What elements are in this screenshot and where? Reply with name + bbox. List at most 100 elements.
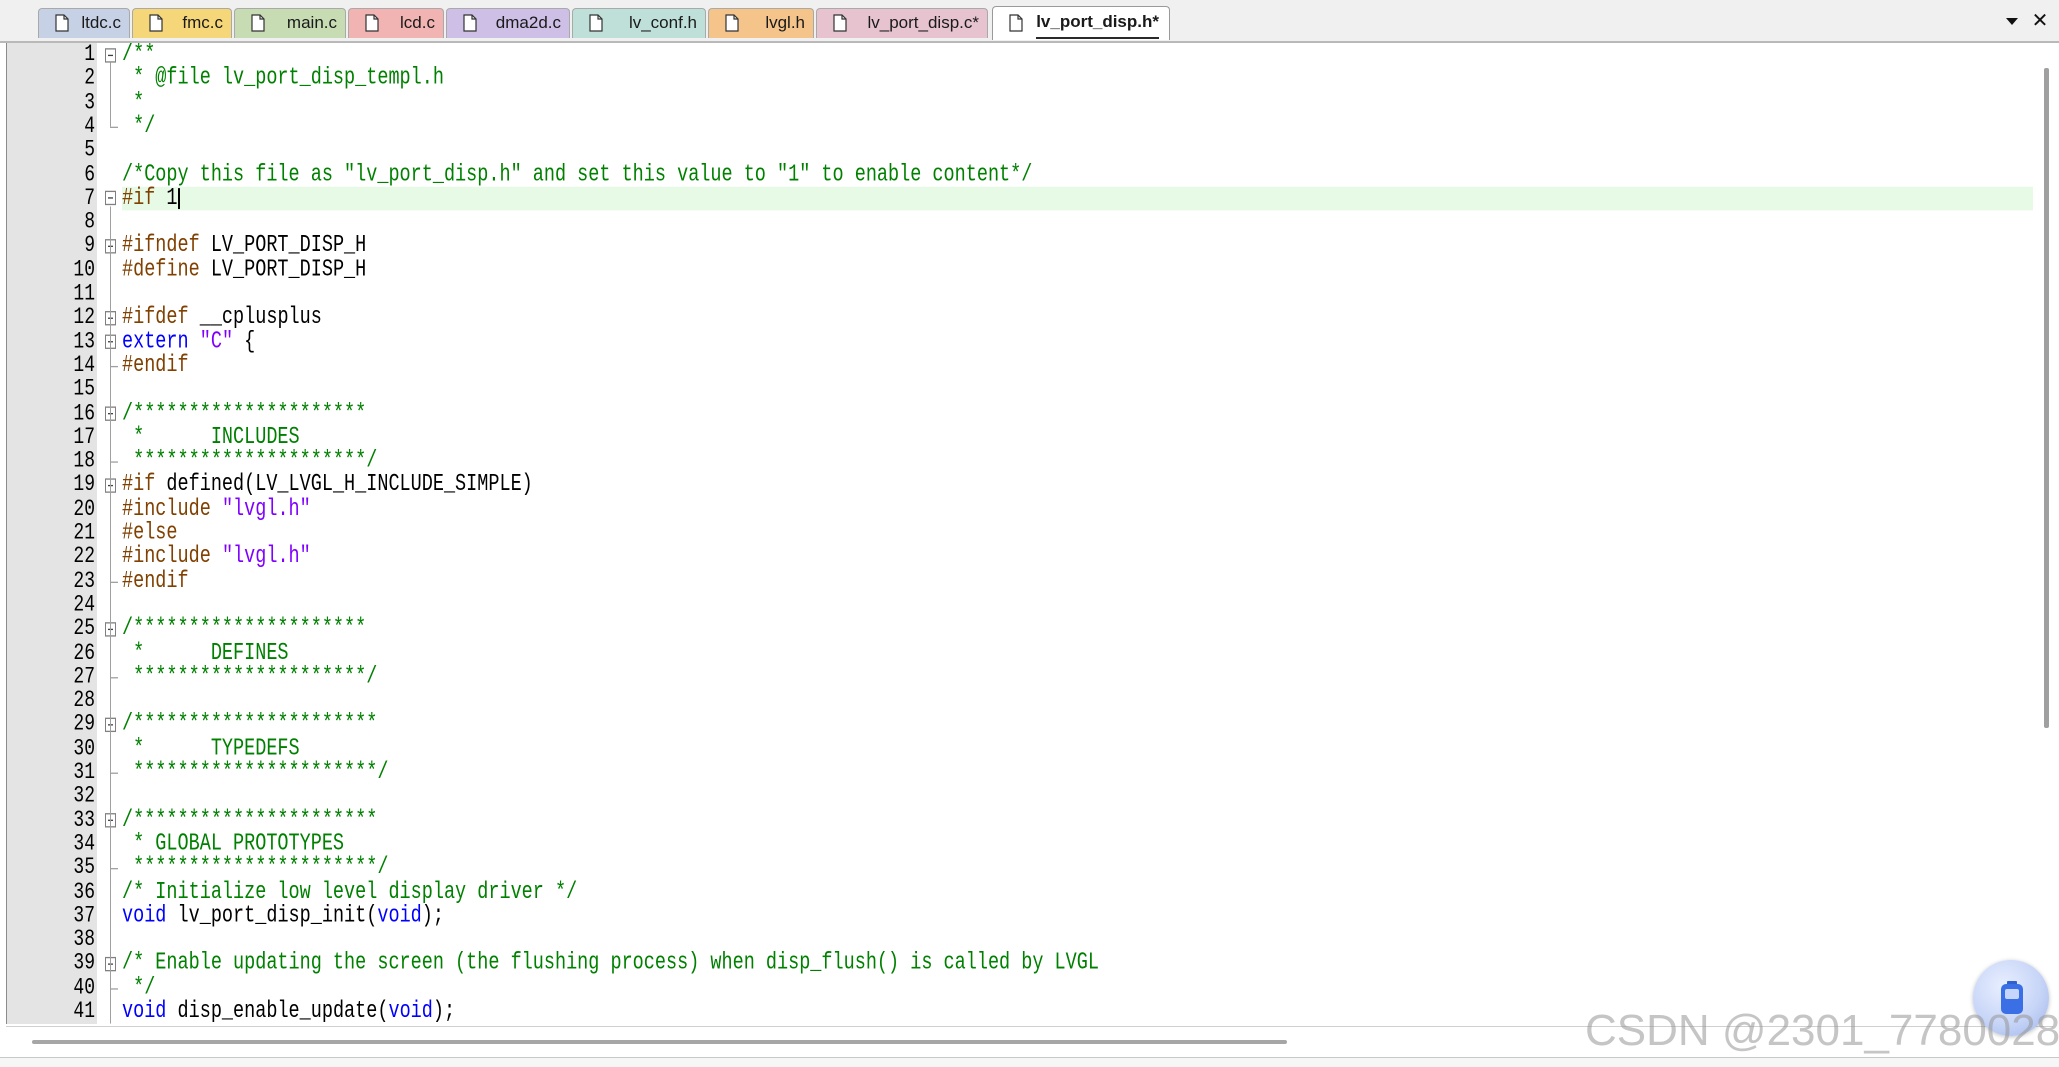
fold-toggle-icon[interactable] (105, 191, 116, 206)
tab-fmc-c[interactable]: fmc.c (132, 8, 232, 38)
tab-main-c[interactable]: main.c (234, 8, 346, 38)
line-number: 19 (73, 472, 95, 499)
line-number: 40 (73, 974, 95, 1001)
chevron-down-icon[interactable] (2003, 12, 2021, 30)
line-number: 41 (73, 998, 95, 1024)
line-number: 32 (73, 783, 95, 810)
line-number: 27 (73, 663, 95, 690)
code-text: #if 1 (122, 183, 178, 212)
code-editor[interactable]: 1/** 2 * @file lv_port_disp_templ.h 3 * 4 *… (6, 43, 2054, 1024)
code-text: #define LV_PORT_DISP_H (122, 255, 367, 284)
code-line[interactable]: 29/********************** (7, 711, 2027, 738)
vertical-scrollbar-thumb[interactable] (2044, 68, 2049, 728)
line-number: 7 (84, 185, 95, 212)
code-line[interactable]: 16/********************* (7, 400, 2027, 427)
tab-ltdc-c[interactable]: ltdc.c (38, 8, 130, 38)
line-number: 9 (84, 233, 95, 260)
code-line[interactable]: 20 #include "lvgl.h" (7, 496, 2027, 523)
line-number: 26 (73, 639, 95, 667)
code-line[interactable]: 25 /********************* (7, 614, 2027, 643)
code-lines: 1/** 2 * @file lv_port_disp_templ.h 3 * 4 *… (7, 43, 2054, 1024)
fold-guide-end (110, 461, 118, 464)
code-text: * @file lv_port_disp_templ.h (122, 64, 444, 92)
tab-label: lv_port_disp.h* (1036, 7, 1159, 39)
line-number: 30 (73, 735, 95, 762)
tab-lv-conf-h[interactable]: lv_conf.h (572, 8, 706, 38)
line-number: 20 (73, 496, 95, 523)
line-number: 17 (73, 424, 95, 451)
tab-bar: ltdc.c fmc.c main.c lcd.c dma2d.c lv_con… (0, 0, 2059, 43)
tab-lvgl-h[interactable]: lvgl.h (708, 8, 814, 38)
code-line[interactable]: 6 /*Copy this file as "lv_port_disp.h" an… (7, 162, 2027, 187)
tab-label: lv_port_disp.c* (867, 13, 979, 32)
fold-guide-end (110, 126, 118, 129)
file-icon (1009, 14, 1023, 32)
line-number: 11 (73, 280, 95, 308)
tab-label: lvgl.h (765, 13, 805, 32)
fold-guide-end (110, 772, 118, 775)
fold-guide-end (110, 677, 118, 679)
code-line[interactable]: 37 void lv_port_disp_init(void); (7, 901, 2027, 930)
tab-lcd-c[interactable]: lcd.c (348, 8, 444, 38)
fold-guide (110, 206, 111, 1024)
tab-lv-port-disp-h[interactable]: lv_port_disp.h* (992, 6, 1170, 40)
tab-label: dma2d.c (495, 13, 561, 32)
line-number: 13 (73, 328, 95, 355)
line-number: 5 (84, 137, 95, 164)
code-line[interactable]: 5 (7, 137, 2027, 164)
text-caret (177, 187, 180, 210)
code-text: /* Enable updating the screen (the flush… (122, 949, 1099, 978)
tab-lv-port-disp-c[interactable]: lv_port_disp.c* (816, 8, 988, 38)
code-text: * TYPEDEFS (122, 734, 300, 762)
code-line[interactable]: 4 */ (7, 114, 2027, 139)
code-text: void lv_port_disp_init(void); (122, 901, 444, 930)
line-number: 31 (73, 759, 95, 786)
line-number: 10 (73, 257, 95, 284)
code-line[interactable]: 30 * TYPEDEFS (7, 734, 2027, 762)
line-number: 33 (73, 807, 95, 834)
tab-dma2d-c[interactable]: dma2d.c (446, 8, 570, 38)
fold-toggle-icon[interactable] (105, 47, 116, 63)
code-line[interactable]: 3 * (7, 89, 2027, 116)
code-line[interactable]: 23 #endif (7, 568, 2027, 595)
code-text: */ (122, 973, 156, 1001)
line-number: 28 (73, 687, 95, 714)
code-line[interactable]: 2 * @file lv_port_disp_templ.h (7, 64, 2027, 92)
code-line[interactable]: 14 #endif (7, 353, 2027, 378)
close-icon[interactable]: ✕ (2029, 9, 2051, 31)
code-line[interactable]: 10 #define LV_PORT_DISP_H (7, 255, 2027, 284)
line-number: 18 (73, 448, 95, 475)
tab-label: main.c (286, 13, 337, 32)
horizontal-scrollbar-thumb[interactable] (32, 1040, 1287, 1044)
code-line[interactable]: 27 *********************/ (7, 662, 2027, 690)
vertical-scrollbar[interactable] (2039, 46, 2053, 1024)
fold-guide-end (110, 868, 118, 870)
tab-label: lcd.c (400, 13, 435, 32)
code-line[interactable]: 31 **********************/ (7, 759, 2027, 786)
line-number: 21 (73, 520, 95, 547)
line-number: 34 (73, 831, 95, 858)
line-number: 15 (73, 376, 95, 403)
line-number: 23 (73, 568, 95, 595)
editor-window: ltdc.c fmc.c main.c lcd.c dma2d.c lv_con… (0, 0, 2059, 1067)
code-line[interactable]: 13 extern "C" { (7, 328, 2027, 355)
line-number: 16 (73, 400, 95, 427)
fold-guide-end (110, 366, 118, 368)
code-text: /********************* (122, 614, 367, 643)
code-line[interactable]: 40 */ (7, 973, 2027, 1001)
line-number: 25 (73, 615, 95, 643)
line-number: 2 (84, 65, 95, 92)
code-line[interactable]: 15 (7, 378, 2027, 402)
tab-label: lv_conf.h (628, 13, 697, 32)
code-line[interactable]: 12 #ifdef __cplusplus (7, 304, 2027, 332)
code-line[interactable]: 39 /* Enable updating the screen (the flu… (7, 949, 2027, 978)
code-text: *********************/ (122, 662, 378, 690)
line-number: 24 (73, 591, 95, 619)
line-number: 12 (73, 304, 95, 332)
line-number: 1 (84, 43, 95, 68)
fold-guide (110, 62, 111, 127)
line-number: 3 (84, 89, 95, 116)
code-line[interactable]: 22 #include "lvgl.h" (7, 544, 2027, 569)
line-number: 29 (73, 711, 95, 738)
code-line[interactable]: 7 #if 1 (7, 183, 2027, 212)
